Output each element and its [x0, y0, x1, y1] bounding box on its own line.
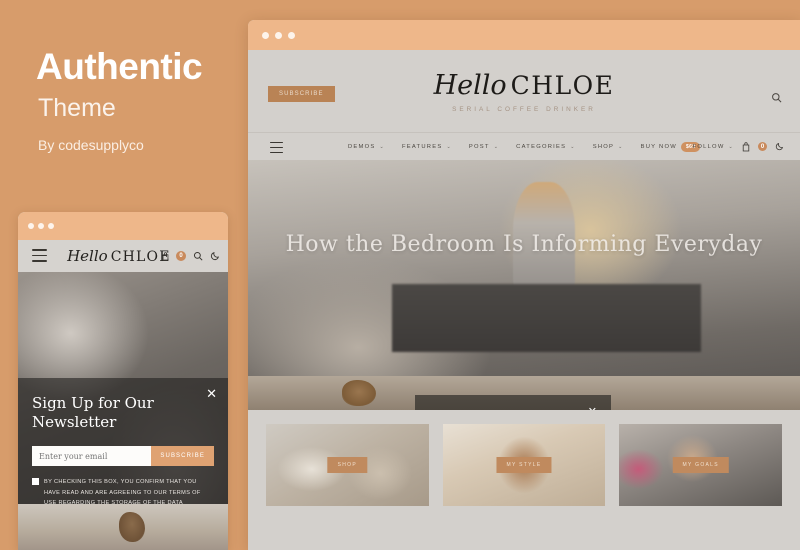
site-logo[interactable]: Hello CHLOE SERIAL COFFEE DRINKER [434, 70, 615, 113]
cart-count-badge: 0 [758, 142, 767, 151]
mobile-page-body: ✕ Sign Up for Our Newsletter SUBSCRIBE B… [18, 272, 228, 550]
close-dot[interactable] [28, 223, 34, 229]
desktop-browser-window: SUBSCRIBE Hello CHLOE SERIAL COFFEE DRINK… [248, 20, 800, 550]
card-cta-button[interactable]: MY GOALS [672, 457, 729, 473]
chevron-down-icon: ⌄ [618, 143, 624, 150]
nav-item-demos[interactable]: DEMOS ⌄ [348, 144, 385, 150]
chevron-down-icon: ⌄ [446, 143, 452, 150]
mobile-bottom-strip [18, 504, 228, 550]
close-icon[interactable]: ✕ [588, 407, 597, 411]
site-tagline: SERIAL COFFEE DRINKER [452, 106, 596, 113]
close-dot[interactable] [262, 32, 269, 39]
mobile-site-header: Hello CHLOE 0 [18, 240, 228, 272]
email-input[interactable] [32, 446, 152, 467]
cart-count-badge: 0 [176, 251, 186, 261]
nav-label: POST [468, 143, 490, 150]
nav-label: BUY NOW [640, 143, 677, 150]
hero-title: How the Bedroom Is Informing Everyday [285, 232, 763, 257]
hero-section: How the Bedroom Is Informing Everyday ✕ … [248, 160, 800, 410]
newsletter-heading: Sign Up for Our Newsletter [32, 394, 154, 432]
theme-author: By codesupplyco [38, 137, 144, 153]
minimize-dot[interactable] [275, 32, 282, 39]
feature-card[interactable]: SHOP [266, 424, 429, 506]
moon-icon[interactable] [775, 142, 784, 151]
search-icon[interactable] [193, 251, 203, 261]
logo-script-text: Hello [67, 247, 108, 265]
nav-item-follow[interactable]: FOLLOW ⌄ [693, 144, 734, 150]
mobile-browser-window: Hello CHLOE 0 ✕ Sign Up for Our Newslett… [18, 212, 228, 550]
nav-item-shop[interactable]: SHOP ⌄ [593, 144, 624, 150]
nav-label: SHOP [592, 143, 615, 150]
hamburger-icon[interactable] [32, 249, 47, 266]
logo-script-text: Hello [433, 70, 507, 101]
newsletter-form: SUBSCRIBE [32, 446, 214, 467]
desktop-titlebar [248, 20, 800, 50]
moon-icon[interactable] [210, 251, 220, 261]
close-icon[interactable]: ✕ [206, 387, 217, 400]
maximize-dot[interactable] [48, 223, 54, 229]
chevron-down-icon: ⌄ [570, 143, 576, 150]
cart-icon[interactable] [162, 251, 169, 261]
maximize-dot[interactable] [288, 32, 295, 39]
newsletter-subscribe-button[interactable]: SUBSCRIBE [151, 446, 214, 467]
chevron-down-icon: ⌄ [379, 143, 385, 150]
nav-item-features[interactable]: FEATURES ⌄ [402, 144, 452, 150]
consent-checkbox[interactable] [32, 478, 39, 486]
nav-label: FEATURES [401, 143, 443, 150]
site-logo[interactable]: Hello CHLOE [67, 247, 171, 265]
nav-right-group: FOLLOW ⌄ 0 [693, 141, 784, 152]
site-header: SUBSCRIBE Hello CHLOE SERIAL COFFEE DRINK… [248, 50, 800, 132]
window-controls[interactable] [28, 223, 54, 229]
nav-menu: DEMOS ⌄ FEATURES ⌄ POST ⌄ CATEGORIES ⌄ S… [348, 141, 701, 152]
search-icon[interactable] [771, 92, 782, 103]
window-controls[interactable] [262, 32, 295, 39]
feature-cards: SHOP MY STYLE MY GOALS [248, 410, 800, 550]
minimize-dot[interactable] [38, 223, 44, 229]
cart-icon[interactable] [742, 141, 750, 152]
nav-item-buy-now[interactable]: BUY NOW $69 [640, 141, 701, 152]
newsletter-modal: ✕ Sign Up for Our Newsletter SUBSCRIBE B… [415, 395, 611, 410]
mobile-header-icons: 0 [162, 251, 220, 261]
hamburger-icon[interactable] [270, 142, 283, 156]
theme-subtitle: Theme [38, 94, 116, 122]
follow-label: FOLLOW [692, 143, 725, 150]
feature-card[interactable]: MY STYLE [442, 424, 606, 506]
hero-foreground-shape [391, 284, 701, 352]
logo-block-text: CHLOE [510, 71, 615, 100]
nav-label: CATEGORIES [516, 143, 567, 150]
chevron-down-icon: ⌄ [493, 143, 500, 150]
site-navbar: DEMOS ⌄ FEATURES ⌄ POST ⌄ CATEGORIES ⌄ S… [248, 132, 800, 160]
feature-card[interactable]: MY GOALS [619, 424, 783, 506]
header-subscribe-button[interactable]: SUBSCRIBE [268, 86, 335, 102]
nav-label: DEMOS [348, 143, 376, 150]
chevron-down-icon: ⌄ [728, 143, 734, 150]
nav-item-categories[interactable]: CATEGORIES ⌄ [516, 144, 576, 150]
card-cta-button[interactable]: SHOP [327, 457, 368, 473]
mobile-titlebar [18, 212, 228, 240]
theme-title: Authentic [36, 46, 203, 87]
card-cta-button[interactable]: MY STYLE [496, 457, 552, 473]
nav-item-post[interactable]: POST ⌄ [469, 144, 499, 150]
